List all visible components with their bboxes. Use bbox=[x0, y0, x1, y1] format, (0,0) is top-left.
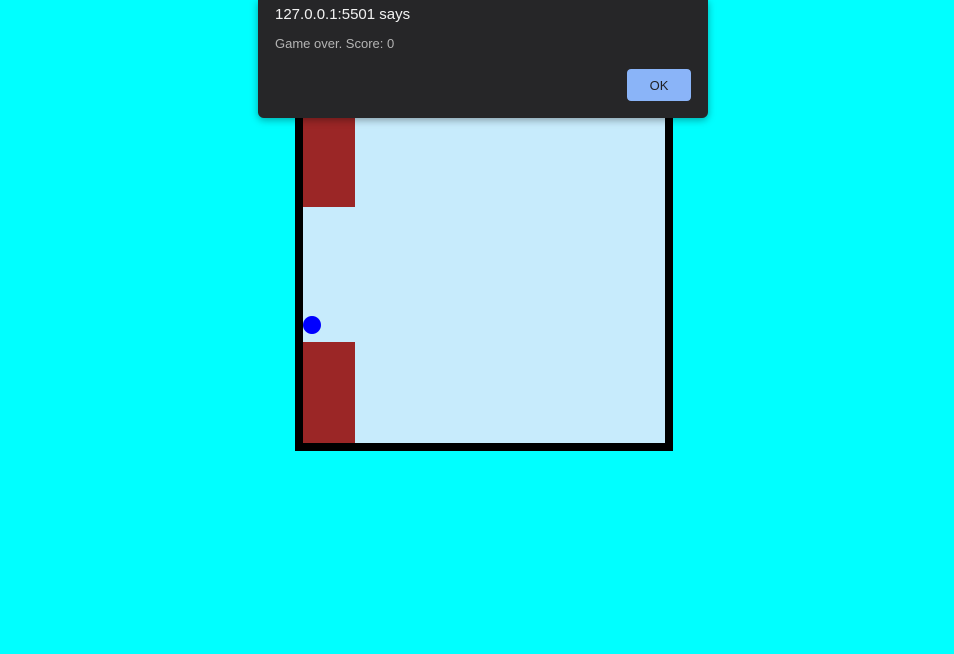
page: 127.0.0.1:5501 says Game over. Score: 0 … bbox=[0, 0, 954, 654]
bottom-pipe bbox=[303, 342, 355, 443]
ok-button[interactable]: OK bbox=[627, 69, 691, 101]
dialog-title: 127.0.0.1:5501 says bbox=[275, 6, 411, 23]
dialog-message: Game over. Score: 0 bbox=[275, 36, 395, 51]
alert-dialog: 127.0.0.1:5501 says Game over. Score: 0 … bbox=[258, 0, 708, 118]
bird-ball bbox=[303, 316, 321, 334]
